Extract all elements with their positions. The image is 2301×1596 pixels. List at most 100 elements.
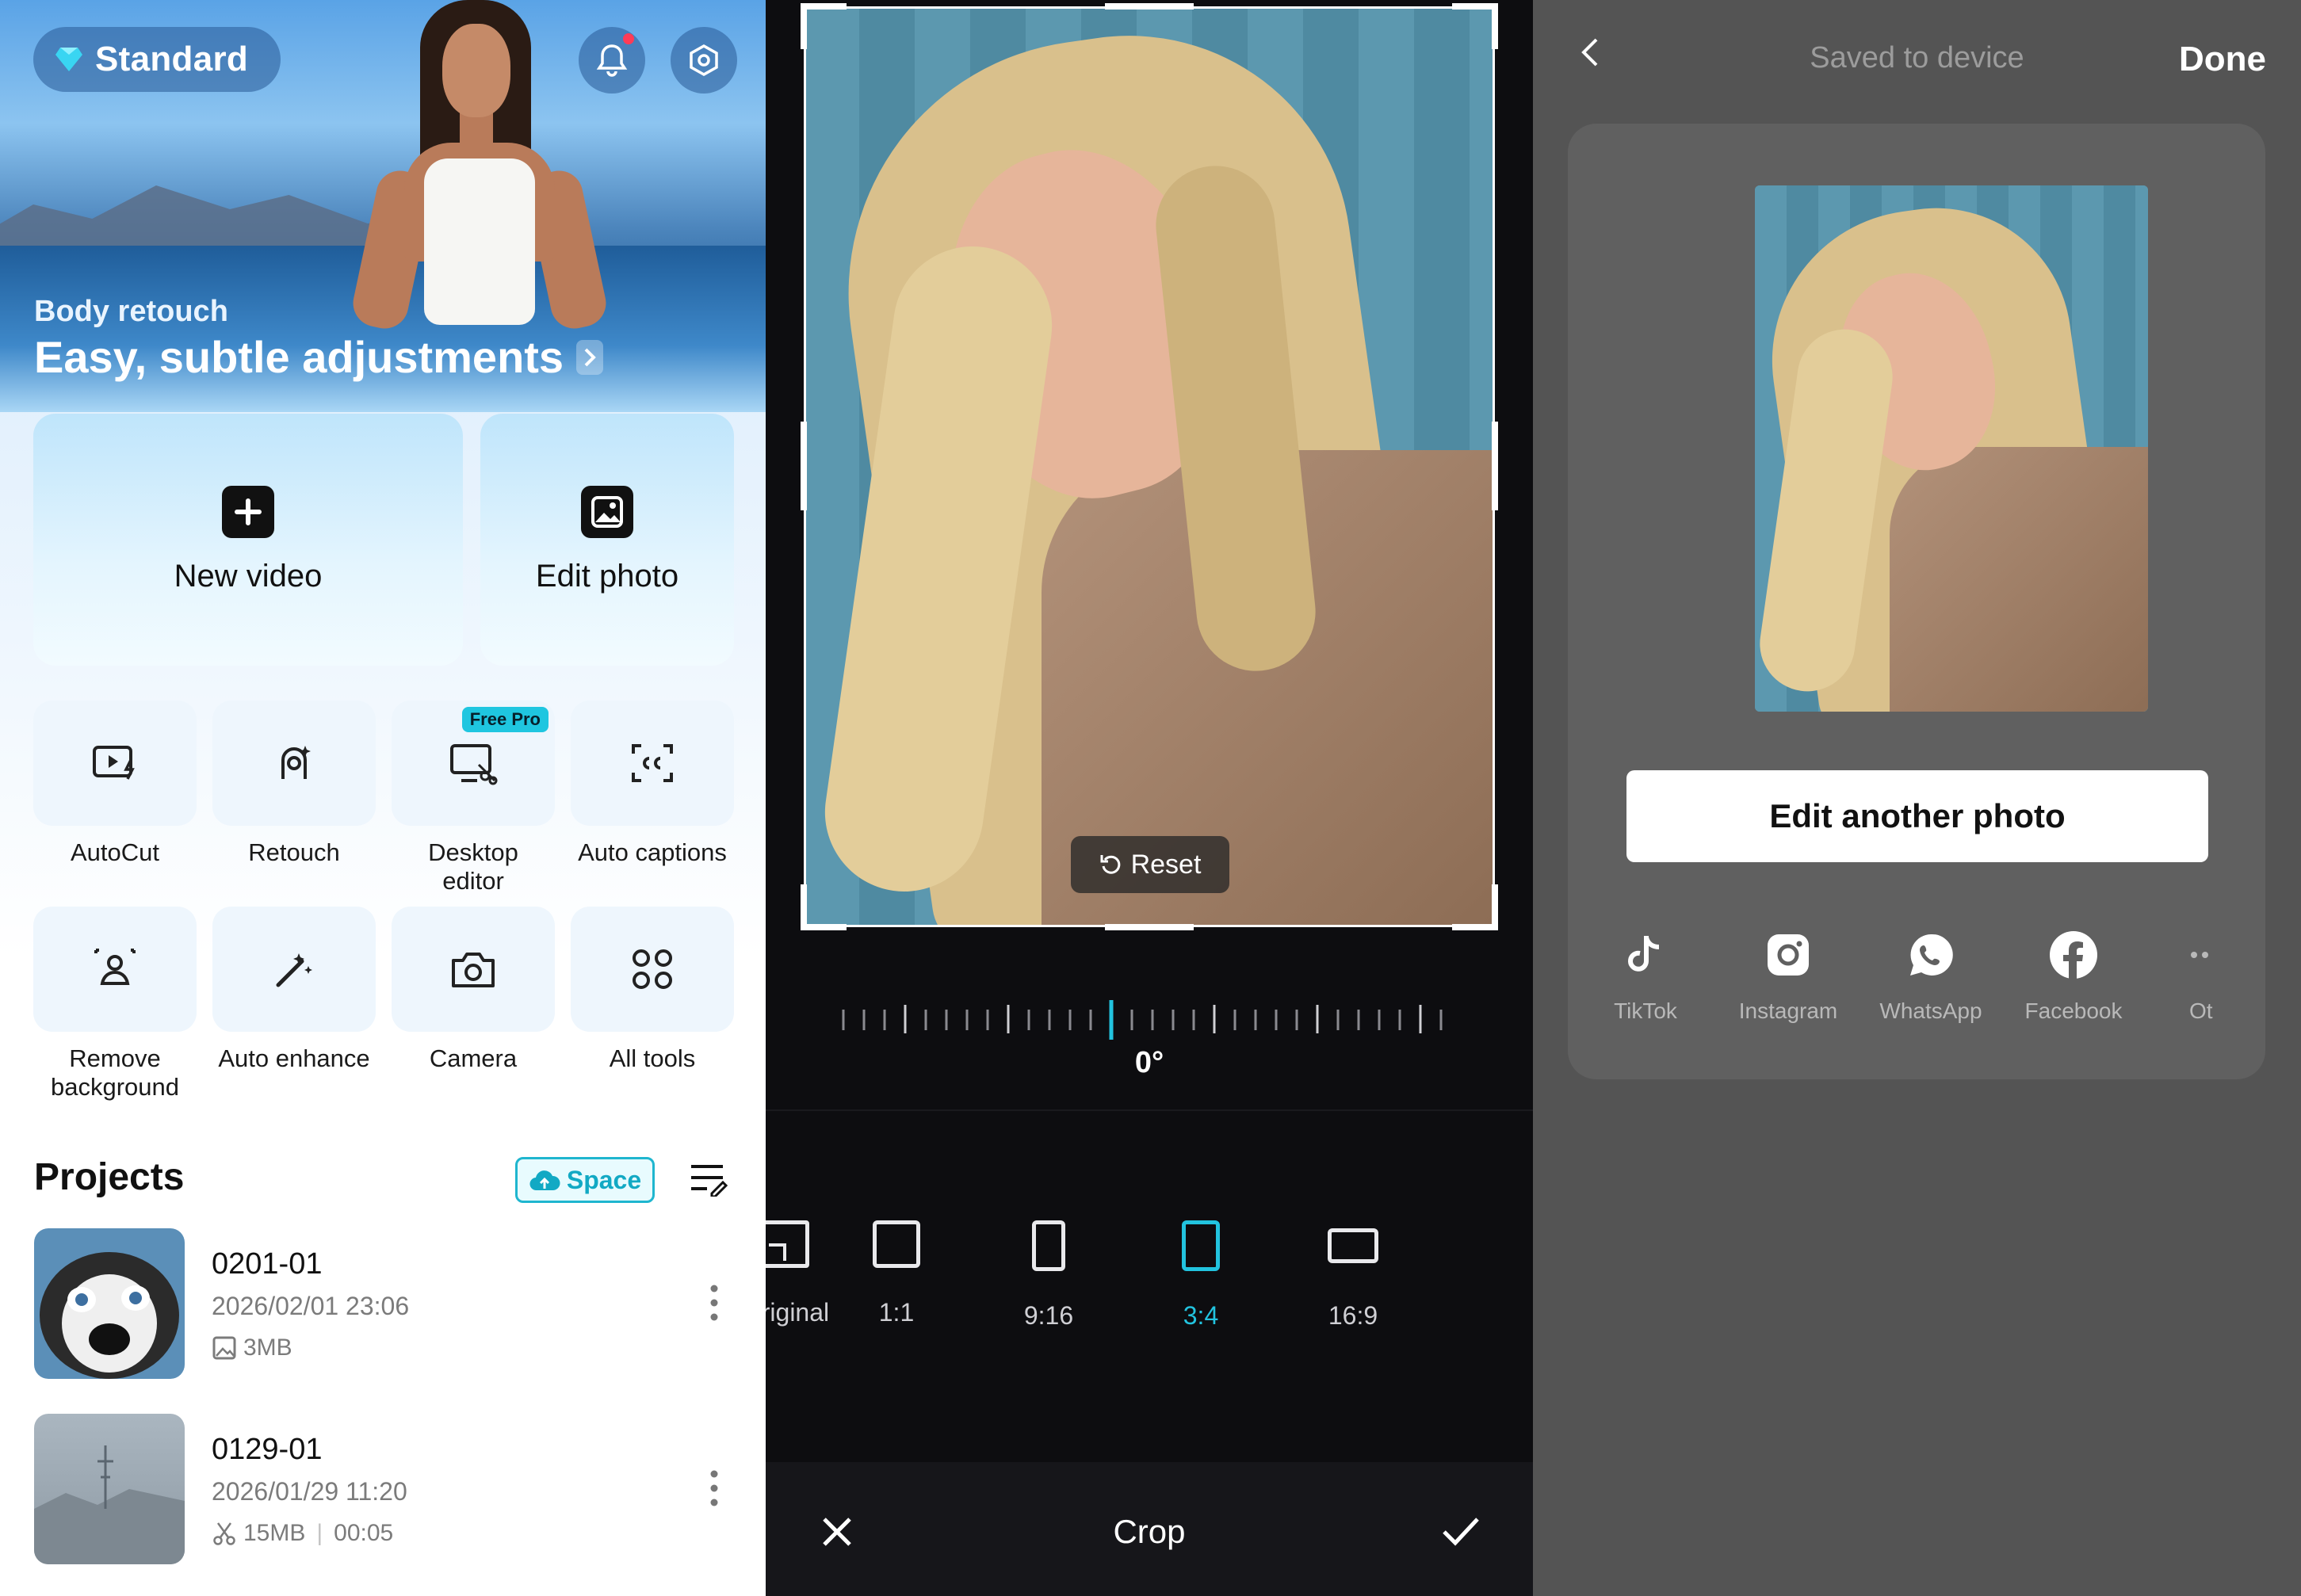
share-other[interactable]: Ot <box>2145 926 2265 1024</box>
tool-camera[interactable]: Camera <box>392 907 555 1073</box>
tool-all-tools[interactable]: All tools <box>571 907 734 1073</box>
share-instagram[interactable]: Instagram <box>1717 926 1860 1024</box>
project-thumbnail <box>34 1228 185 1379</box>
edit-photo-button[interactable]: Edit photo <box>480 414 734 666</box>
image-icon <box>581 485 633 538</box>
tool-label: Retouch <box>248 838 340 866</box>
hero-title[interactable]: Easy, subtle adjustments <box>34 331 604 383</box>
plus-icon <box>222 485 274 538</box>
share-label: Ot <box>2189 998 2213 1023</box>
tool-label: Auto enhance <box>218 1044 370 1072</box>
crop-title: Crop <box>1113 1513 1186 1550</box>
ratio-portrait-icon <box>1182 1220 1220 1271</box>
ratio-square-icon <box>873 1220 920 1268</box>
project-duration: 00:05 <box>334 1520 394 1546</box>
share-label: TikTok <box>1614 998 1677 1023</box>
share-label: Facebook <box>2024 998 2123 1023</box>
plan-badge[interactable]: Standard <box>33 27 281 92</box>
done-button[interactable]: Done <box>2179 40 2266 79</box>
reset-icon <box>1100 855 1120 874</box>
reset-label: Reset <box>1130 849 1202 880</box>
crop-handle-top-left[interactable] <box>801 3 847 49</box>
share-facebook[interactable]: Facebook <box>2002 926 2145 1024</box>
crop-handle-bottom-left[interactable] <box>801 884 847 930</box>
crop-handle-top[interactable] <box>1105 3 1194 10</box>
saved-screen: Saved to device Done Edit another photo … <box>1533 0 2301 1596</box>
edit-photo-label: Edit photo <box>535 558 679 594</box>
tool-autocut[interactable]: AutoCut <box>33 701 197 867</box>
share-tiktok[interactable]: TikTok <box>1574 926 1717 1024</box>
tool-label: All tools <box>609 1044 696 1072</box>
crop-handle-right[interactable] <box>1492 422 1498 510</box>
ratio-label: 9:16 <box>1023 1301 1074 1330</box>
ratio-label: 1:1 <box>878 1298 915 1327</box>
tool-label: AutoCut <box>70 838 159 866</box>
space-button[interactable]: Space <box>515 1157 655 1203</box>
share-whatsapp[interactable]: WhatsApp <box>1860 926 2002 1024</box>
sort-list-icon[interactable] <box>690 1162 728 1197</box>
project-size: 3MB <box>243 1334 292 1361</box>
ratio-16-9[interactable]: 16:9 <box>1294 1220 1412 1331</box>
project-item[interactable]: 0201-01 2026/02/01 23:06 3MB <box>34 1228 732 1379</box>
more-options-icon[interactable] <box>708 1469 720 1507</box>
ratio-label: 3:4 <box>1183 1301 1219 1330</box>
hero-title-text: Easy, subtle adjustments <box>34 332 564 382</box>
saved-card: Edit another photo TikTok Instagram What… <box>1568 124 2265 1079</box>
tool-remove-background[interactable]: Remove background <box>33 907 197 1102</box>
settings-icon <box>690 44 718 77</box>
crop-handle-bottom[interactable] <box>1105 924 1194 930</box>
tool-retouch[interactable]: Retouch <box>212 701 376 867</box>
hero-subtitle: Body retouch <box>34 295 228 328</box>
ratio-9-16[interactable]: 9:16 <box>989 1220 1108 1331</box>
project-name: 0201-01 <box>212 1247 323 1281</box>
tool-auto-captions[interactable]: Auto captions <box>571 701 734 867</box>
ratio-original-icon <box>766 1220 809 1268</box>
crop-screen: Reset 0° Original 1:1 9:16 3:4 <box>766 0 1533 1596</box>
autocut-icon <box>93 746 135 780</box>
project-date: 2026/02/01 23:06 <box>212 1292 410 1320</box>
desktop-editor-icon <box>450 744 498 785</box>
project-date: 2026/01/29 11:20 <box>212 1477 407 1506</box>
ratio-landscape-icon <box>1328 1228 1378 1263</box>
plan-badge-label: Standard <box>95 40 249 78</box>
ratio-label: 16:9 <box>1328 1301 1378 1330</box>
project-thumbnail <box>34 1414 185 1564</box>
reset-button[interactable]: Reset <box>1071 836 1229 893</box>
rotation-angle: 0° <box>1134 1046 1164 1079</box>
crop-handle-top-right[interactable] <box>1452 3 1498 49</box>
ratio-portrait-tall-icon <box>1032 1220 1065 1271</box>
space-label: Space <box>566 1165 642 1194</box>
captions-icon <box>632 744 673 782</box>
share-label: WhatsApp <box>1879 998 1982 1023</box>
free-pro-badge: Free Pro <box>461 707 548 732</box>
crop-handle-left[interactable] <box>801 422 807 510</box>
notifications-button[interactable] <box>579 27 645 94</box>
settings-button[interactable] <box>671 27 737 94</box>
saved-photo-preview <box>1755 185 2148 712</box>
facebook-icon <box>2050 931 2097 979</box>
checkmark-icon[interactable] <box>1441 1516 1481 1548</box>
crop-frame[interactable] <box>804 6 1495 927</box>
notification-dot <box>623 33 634 44</box>
tool-auto-enhance[interactable]: Auto enhance <box>212 907 376 1073</box>
rotation-ruler[interactable] <box>842 1000 1457 1040</box>
edit-another-photo-button[interactable]: Edit another photo <box>1626 770 2208 862</box>
more-horizontal-icon <box>2191 952 2208 958</box>
meta-separator: | <box>316 1520 323 1546</box>
tool-desktop-editor[interactable]: Free Pro Desktop editor <box>392 701 555 895</box>
project-name: 0129-01 <box>212 1433 323 1466</box>
camera-icon <box>452 953 495 987</box>
share-label: Instagram <box>1738 998 1838 1023</box>
ratio-3-4[interactable]: 3:4 <box>1141 1220 1260 1331</box>
magic-wand-icon <box>276 953 312 987</box>
project-item[interactable]: 0129-01 2026/01/29 11:20 15MB | 00:05 <box>34 1414 732 1564</box>
crop-toolbar: Crop <box>766 1462 1533 1596</box>
ratio-label: Original <box>766 1298 830 1327</box>
more-options-icon[interactable] <box>708 1284 720 1322</box>
ratio-1-1[interactable]: 1:1 <box>837 1220 956 1327</box>
tool-label: Camera <box>429 1044 518 1072</box>
new-video-button[interactable]: New video <box>33 414 463 666</box>
crop-handle-bottom-right[interactable] <box>1452 884 1498 930</box>
whatsapp-icon <box>1910 934 1953 976</box>
ratio-original[interactable]: Original <box>766 1220 845 1327</box>
